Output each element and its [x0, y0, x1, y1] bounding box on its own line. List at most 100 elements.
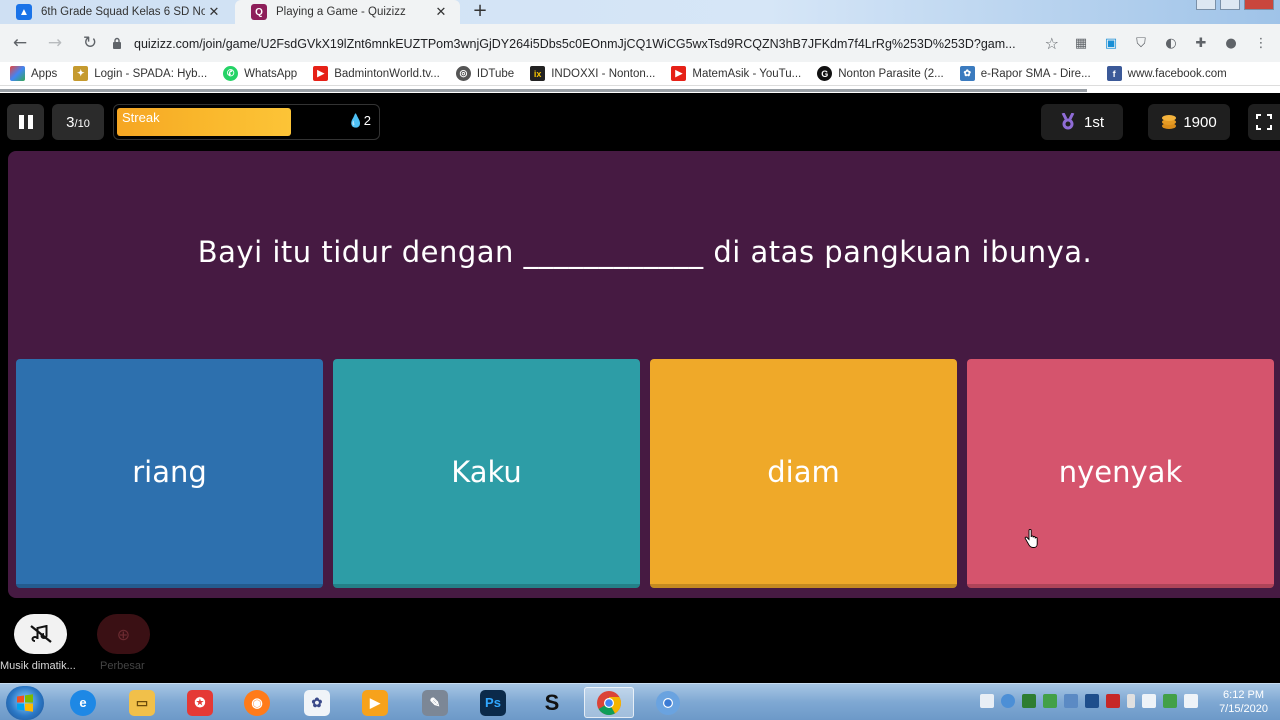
- speaker-icon[interactable]: [1184, 694, 1198, 708]
- tray-icon[interactable]: [1064, 694, 1078, 708]
- tray-icon[interactable]: [1001, 694, 1015, 708]
- file-explorer-icon[interactable]: ▭: [117, 687, 167, 718]
- forward-arrow-icon[interactable]: →: [40, 28, 70, 58]
- maximize-icon[interactable]: [1220, 0, 1240, 10]
- bookmark-apps[interactable]: Apps: [10, 66, 57, 81]
- chrome-icon[interactable]: [584, 687, 634, 718]
- tab-title: 6th Grade Squad Kelas 6 SD No: [41, 6, 205, 18]
- erapor-icon: ✿: [959, 66, 975, 81]
- tray-icon[interactable]: [1043, 694, 1057, 708]
- bookmark-star-icon[interactable]: ☆: [1045, 34, 1059, 53]
- back-arrow-icon[interactable]: ←: [5, 28, 35, 58]
- streak-count: 💧2: [347, 113, 371, 128]
- question-counter: 3/10: [52, 104, 104, 140]
- lock-icon: [112, 37, 124, 52]
- tab-strip: ▲ 6th Grade Squad Kelas 6 SD No ✕ Q Play…: [0, 0, 1280, 24]
- bookmark-whatsapp[interactable]: ✆ WhatsApp: [223, 66, 297, 81]
- url-text: quizizz.com/join/game/U2FsdGVkX19lZnt6mn…: [134, 37, 1016, 51]
- extension-icon[interactable]: ▦: [1070, 32, 1092, 54]
- address-bar[interactable]: quizizz.com/join/game/U2FsdGVkX19lZnt6mn…: [103, 30, 1065, 58]
- tab-close-icon[interactable]: ✕: [205, 4, 223, 20]
- extension-icon[interactable]: ▣: [1100, 32, 1122, 54]
- music-muted-icon: [29, 625, 52, 643]
- bookmark-facebook[interactable]: f www.facebook.com: [1106, 66, 1227, 81]
- battery-icon[interactable]: [1127, 694, 1135, 708]
- app-icon[interactable]: ✪: [175, 687, 225, 718]
- rank-badge: 1st: [1041, 104, 1123, 140]
- tab-title: Playing a Game - Quizizz: [276, 6, 406, 18]
- s-app-icon[interactable]: S: [527, 687, 577, 718]
- start-orb-icon[interactable]: [6, 686, 44, 720]
- answer-option-3[interactable]: diam: [650, 359, 957, 588]
- tray-icon[interactable]: [980, 694, 994, 708]
- shield-icon[interactable]: ⛉: [1130, 32, 1152, 54]
- zoom-label: Perbesar: [100, 660, 145, 672]
- firefox-icon[interactable]: ◉: [232, 687, 282, 718]
- fullscreen-icon: [1256, 114, 1272, 130]
- menu-kebab-icon[interactable]: ⋮: [1250, 32, 1272, 54]
- chrome-alt-icon[interactable]: [643, 687, 693, 718]
- pause-button[interactable]: [7, 104, 44, 140]
- extension-icon[interactable]: ◐: [1160, 32, 1182, 54]
- puzzle-icon[interactable]: ✚: [1190, 32, 1212, 54]
- whatsapp-icon: ✆: [223, 66, 239, 81]
- apps-grid-icon: [10, 66, 25, 81]
- pause-icon: [18, 115, 24, 129]
- signal-icon[interactable]: [1142, 694, 1156, 708]
- tab-classroom[interactable]: ▲ 6th Grade Squad Kelas 6 SD No ✕: [0, 0, 233, 24]
- tab-quizizz[interactable]: Q Playing a Game - Quizizz ✕: [235, 0, 460, 24]
- parasite-icon: G: [817, 66, 833, 81]
- fullscreen-button[interactable]: [1248, 104, 1280, 140]
- bookmark-badmintonworld[interactable]: ▶ BadmintonWorld.tv...: [313, 66, 440, 81]
- reload-icon[interactable]: ↻: [75, 28, 105, 58]
- medal-icon: [1061, 113, 1075, 130]
- bookmark-idtube[interactable]: ◎ IDTube: [455, 66, 514, 81]
- extensions-area: ▦ ▣ ⛉ ◐ ✚ ● ⋮: [1070, 24, 1280, 62]
- answer-option-2[interactable]: Kaku: [333, 359, 640, 588]
- media-player-icon[interactable]: ▶: [350, 687, 400, 718]
- question-number: 3: [66, 113, 75, 131]
- zoom-button[interactable]: ⊕: [97, 614, 150, 654]
- network-icon[interactable]: [1163, 694, 1177, 708]
- quiz-game: 3/10 Streak 💧2 1st 1900 Bayi itu tidur d…: [0, 93, 1280, 683]
- pause-icon: [27, 115, 33, 129]
- bookmarks-bar: Apps ✦ Login - SPADA: Hyb... ✆ WhatsApp ▶ B…: [0, 62, 1280, 86]
- bookmark-erapor[interactable]: ✿ e-Rapor SMA - Dire...: [959, 66, 1091, 81]
- minimize-icon[interactable]: [1196, 0, 1216, 10]
- bookmark-parasite[interactable]: G Nonton Parasite (2...: [817, 66, 944, 81]
- streak-label: Streak: [122, 110, 160, 125]
- tools-icon[interactable]: ✎: [410, 687, 460, 718]
- answer-option-1[interactable]: riang: [16, 359, 323, 588]
- profile-avatar-icon[interactable]: ●: [1220, 32, 1242, 54]
- system-tray: [980, 694, 1198, 708]
- clock-date: 7/15/2020: [1219, 703, 1268, 715]
- spada-icon: ✦: [73, 66, 89, 81]
- bookmark-indoxxi[interactable]: ix INDOXXI - Nonton...: [530, 66, 655, 81]
- clock-time: 6:12 PM: [1223, 689, 1265, 701]
- bookmark-spada[interactable]: ✦ Login - SPADA: Hyb...: [73, 66, 207, 81]
- streak-bar: Streak 💧2: [113, 104, 380, 140]
- photoshop-icon[interactable]: Ps: [468, 687, 518, 718]
- bluetooth-icon[interactable]: [1085, 694, 1099, 708]
- close-window-icon[interactable]: [1244, 0, 1274, 10]
- music-toggle-button[interactable]: [14, 614, 67, 654]
- system-clock[interactable]: 6:12 PM 7/15/2020: [1219, 688, 1268, 716]
- music-label: Musik dimatik...: [0, 660, 76, 672]
- score-badge: 1900: [1148, 104, 1230, 140]
- unity-icon[interactable]: ✿: [292, 687, 342, 718]
- tab-close-icon[interactable]: ✕: [432, 4, 450, 20]
- youtube-icon: ▶: [313, 66, 329, 81]
- idtube-icon: ◎: [455, 66, 471, 81]
- coins-icon: [1162, 115, 1177, 129]
- bookmark-matemasik[interactable]: ▶ MatemAsik - YouTu...: [671, 66, 801, 81]
- browser-toolbar: ← → ↻ quizizz.com/join/game/U2FsdGVkX19l…: [0, 24, 1280, 62]
- windows-taskbar: e ▭ ✪ ◉ ✿ ▶ ✎ Ps S 6:12 PM 7/15/2020: [0, 683, 1280, 720]
- tray-icon[interactable]: [1106, 694, 1120, 708]
- internet-explorer-icon[interactable]: e: [58, 687, 108, 718]
- facebook-icon: f: [1106, 66, 1122, 81]
- tray-icon[interactable]: [1022, 694, 1036, 708]
- answer-option-4[interactable]: nyenyak: [967, 359, 1274, 588]
- indoxxi-icon: ix: [530, 66, 546, 81]
- magnify-plus-icon: ⊕: [116, 624, 131, 644]
- new-tab-button[interactable]: +: [468, 1, 492, 23]
